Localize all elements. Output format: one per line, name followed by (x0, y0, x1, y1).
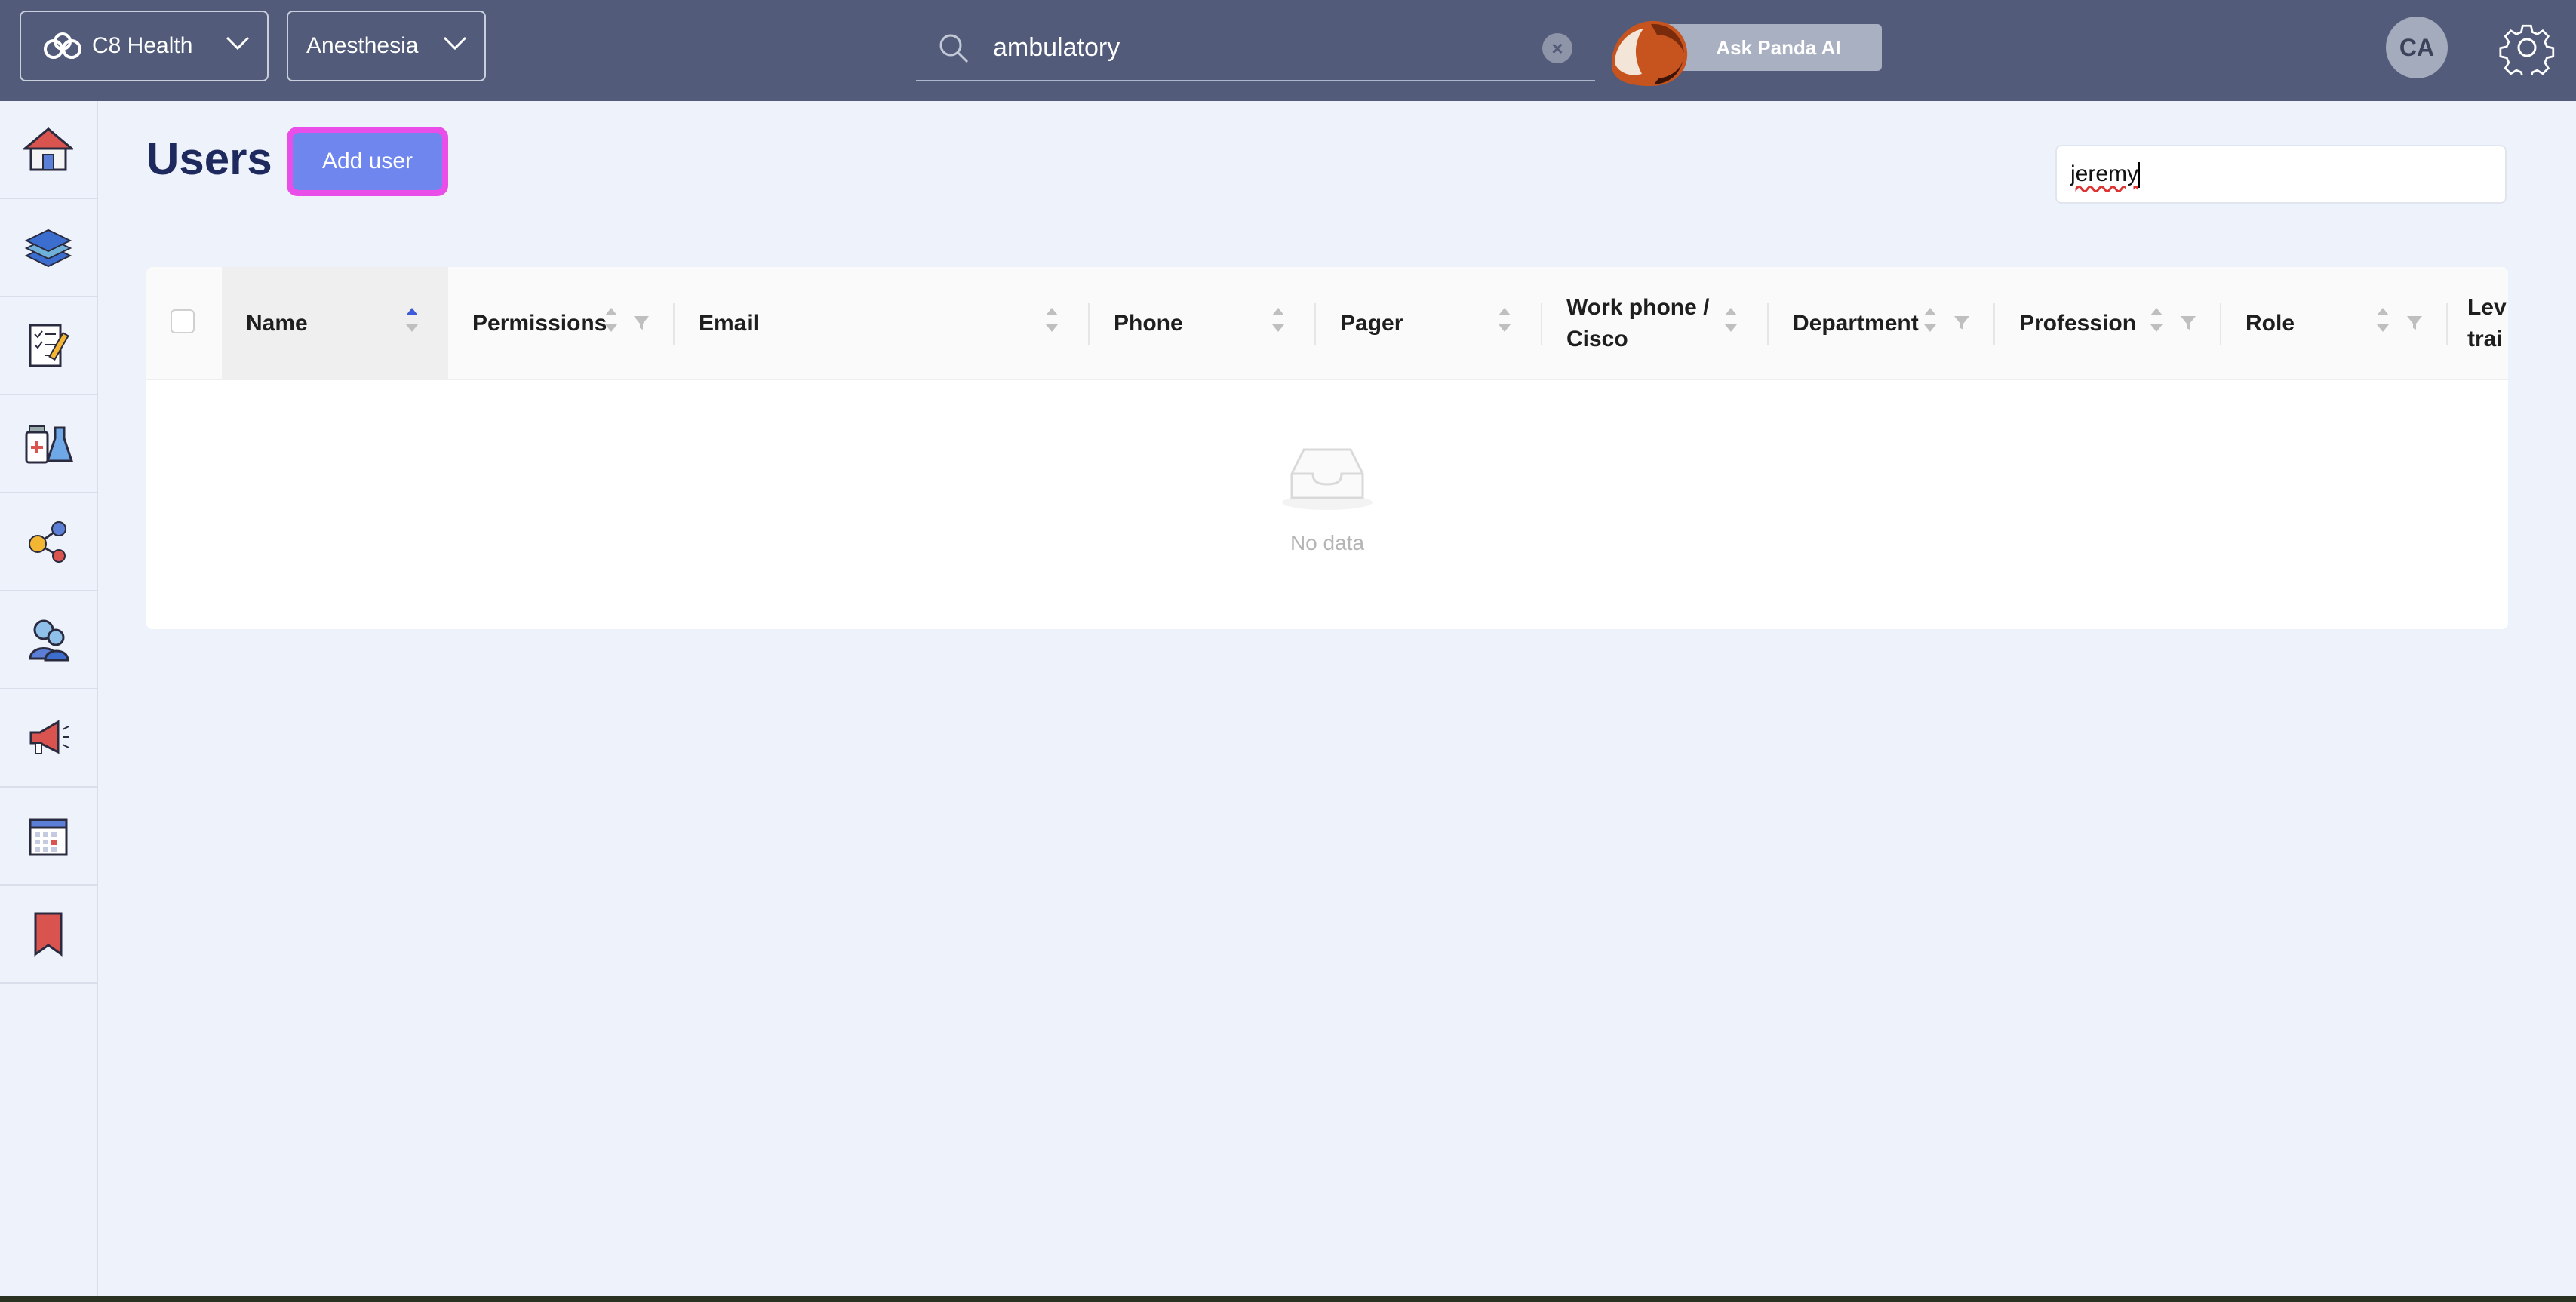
column-role[interactable]: Role (2221, 267, 2448, 380)
bookmark-icon (34, 912, 63, 957)
column-label-line: trai (2467, 327, 2503, 352)
chevron-down-icon (226, 36, 250, 51)
column-label: Email (699, 311, 760, 336)
sidebar-item-medications[interactable] (0, 395, 97, 493)
gear-icon[interactable] (2499, 20, 2555, 75)
left-sidebar (0, 101, 98, 1297)
filter-icon[interactable] (2179, 314, 2197, 332)
column-label: Role (2246, 311, 2295, 336)
sidebar-item-network[interactable] (0, 493, 97, 591)
chevron-down-icon (443, 36, 467, 51)
column-department[interactable]: Department (1769, 267, 1995, 380)
user-search-input[interactable]: jeremy (2055, 145, 2507, 204)
search-input[interactable]: ambulatory (993, 33, 1120, 63)
sort-icon[interactable] (1923, 305, 1938, 342)
calendar-icon (29, 818, 68, 856)
sidebar-item-bookmarks[interactable] (0, 886, 97, 984)
app-window: C8 Health Anesthesia ambulatory × Ask Pa… (0, 0, 2576, 1297)
column-label: Department (1793, 311, 1919, 336)
department-dropdown[interactable]: Anesthesia (287, 11, 486, 81)
column-work-phone[interactable]: Work phone / Cisco (1542, 267, 1769, 380)
checklist-icon (29, 324, 69, 367)
table-header: Name Permissions Email Phone Pager Work … (146, 267, 2508, 380)
filter-icon[interactable] (2405, 314, 2424, 332)
sort-icon[interactable] (2375, 305, 2390, 342)
sidebar-item-home[interactable] (0, 101, 97, 199)
global-search[interactable]: ambulatory × (916, 14, 1595, 81)
column-label: Profession (2019, 311, 2137, 336)
add-user-button[interactable]: Add user (287, 127, 448, 196)
sort-icon[interactable] (1497, 305, 1512, 342)
column-label: Phone (1114, 311, 1183, 336)
column-label-line: Work phone / (1566, 295, 1710, 320)
empty-state: No data (146, 380, 2508, 629)
top-bar: C8 Health Anesthesia ambulatory × Ask Pa… (0, 0, 2576, 101)
sidebar-item-calendar[interactable] (0, 788, 97, 886)
books-icon (24, 229, 72, 268)
sort-icon[interactable] (404, 305, 420, 342)
organization-label: C8 Health (92, 33, 193, 58)
select-all-cell (146, 267, 222, 380)
user-avatar[interactable]: CA (2386, 17, 2448, 78)
sidebar-item-library[interactable] (0, 199, 97, 297)
sort-icon[interactable] (1723, 305, 1738, 342)
clear-search-icon[interactable]: × (1542, 33, 1572, 63)
column-phone[interactable]: Phone (1090, 267, 1316, 380)
column-label-line: Cisco (1566, 327, 1628, 352)
column-name[interactable]: Name (222, 267, 448, 380)
sort-icon[interactable] (1271, 305, 1286, 342)
megaphone-icon (29, 720, 69, 754)
search-icon (939, 34, 969, 63)
column-permissions[interactable]: Permissions (448, 267, 675, 380)
department-label: Anesthesia (306, 33, 419, 58)
sidebar-item-announcements[interactable] (0, 689, 97, 788)
column-label: Name (246, 311, 308, 336)
column-label: Work phone / Cisco (1566, 292, 1709, 355)
sort-icon[interactable] (1044, 305, 1059, 342)
column-label: Permissions (472, 311, 607, 336)
column-label: Pager (1340, 311, 1403, 336)
organization-dropdown[interactable]: C8 Health (20, 11, 269, 81)
sort-icon[interactable] (2149, 305, 2164, 342)
sidebar-item-checklists[interactable] (0, 297, 97, 395)
user-search-value: jeremy (2070, 161, 2139, 186)
users-table: Name Permissions Email Phone Pager Work … (146, 267, 2508, 629)
c8-logo-icon (44, 32, 81, 59)
column-level-training[interactable]: Lev trai (2448, 267, 2508, 380)
column-profession[interactable]: Profession (1995, 267, 2221, 380)
column-email[interactable]: Email (675, 267, 1090, 380)
add-user-label: Add user (293, 133, 442, 190)
sidebar-item-users[interactable] (0, 591, 97, 689)
empty-state-text: No data (1290, 531, 1365, 554)
users-icon (29, 619, 69, 662)
share-network-icon (29, 521, 66, 563)
column-pager[interactable]: Pager (1316, 267, 1542, 380)
text-caret (2138, 162, 2141, 189)
filter-icon[interactable] (632, 314, 650, 332)
column-label-line: Lev (2467, 295, 2507, 320)
desktop-background-strip (0, 1296, 2576, 1302)
column-label: Lev trai (2467, 292, 2507, 355)
home-icon (23, 127, 73, 171)
filter-icon[interactable] (1953, 314, 1971, 332)
sort-icon[interactable] (604, 305, 619, 342)
select-all-checkbox[interactable] (171, 309, 195, 333)
panda-mascot-icon[interactable] (1604, 14, 1695, 89)
page-title: Users (146, 134, 272, 184)
empty-inbox-icon (1282, 448, 1373, 510)
lab-icon (25, 425, 73, 464)
